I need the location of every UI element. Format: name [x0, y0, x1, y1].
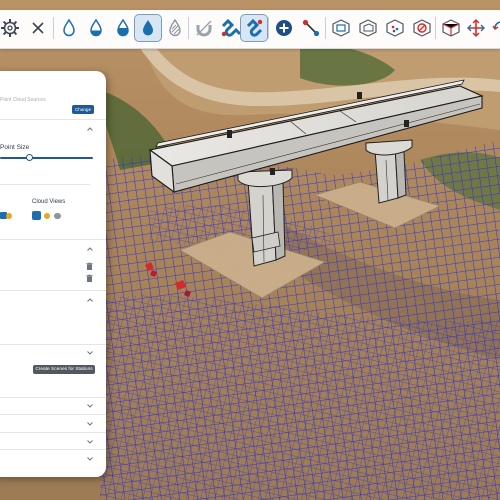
cloud-view-active-icon[interactable] — [32, 211, 41, 220]
section-divider — [0, 290, 106, 291]
toolbar-divider — [268, 17, 269, 39]
section-divider — [0, 184, 90, 185]
cloud-view-sun-icon[interactable] — [44, 213, 50, 219]
magnet-disabled-icon[interactable] — [190, 14, 218, 42]
chevron-down-icon[interactable] — [86, 420, 94, 428]
rotate-arrows-icon[interactable] — [487, 14, 500, 42]
chevron-down-icon[interactable] — [86, 455, 94, 463]
change-button[interactable]: Change — [72, 105, 94, 114]
chevron-down-icon[interactable] — [86, 438, 94, 446]
section-divider — [0, 414, 106, 415]
point-size-label: Point Size — [0, 144, 30, 151]
chevron-down-icon[interactable] — [86, 349, 94, 357]
magnet-active-icon[interactable] — [240, 14, 268, 42]
chevron-down-icon[interactable] — [86, 402, 94, 410]
point-cloud-source-label: Point Cloud Sources — [0, 97, 46, 103]
trash-icon[interactable] — [85, 262, 94, 271]
droplet-half-icon[interactable] — [82, 14, 110, 42]
mesh-grid-overlay — [100, 295, 500, 500]
measure-line-icon[interactable] — [297, 14, 325, 42]
add-point-icon[interactable] — [270, 14, 298, 42]
droplet-filled-icon[interactable] — [109, 14, 137, 42]
section-divider — [0, 344, 106, 345]
toolbar-divider — [53, 17, 54, 39]
chevron-up-icon[interactable] — [86, 296, 94, 304]
chevron-up-icon[interactable] — [86, 245, 94, 253]
trash-icon[interactable] — [85, 274, 94, 283]
chevron-up-icon[interactable] — [86, 125, 94, 133]
droplet-striped-icon[interactable] — [161, 14, 189, 42]
cube-box-icon[interactable] — [354, 14, 382, 42]
droplet-outline-icon[interactable] — [55, 14, 83, 42]
split-arrows-icon[interactable] — [462, 14, 490, 42]
intensity-mode-icon[interactable] — [6, 213, 12, 219]
toolbar — [0, 10, 500, 49]
cloud-views-label: Cloud Views — [32, 199, 66, 205]
cube-disabled-icon[interactable] — [408, 14, 436, 42]
cube-points-icon[interactable] — [381, 14, 409, 42]
toolbar-divider — [435, 17, 436, 39]
point-size-slider-track[interactable] — [0, 157, 93, 159]
cube-section-icon[interactable] — [327, 14, 355, 42]
create-scenes-button[interactable]: Create Scenes for Stations — [33, 365, 95, 374]
section-divider — [0, 432, 106, 433]
section-divider — [0, 397, 106, 398]
section-divider — [0, 239, 106, 240]
close-icon[interactable] — [24, 14, 52, 42]
point-size-slider-thumb[interactable] — [26, 154, 34, 161]
cloud-view-camera-icon[interactable] — [54, 213, 61, 219]
section-divider — [0, 449, 106, 450]
toolbar-divider — [188, 17, 189, 39]
droplet-active-icon[interactable] — [134, 14, 162, 42]
toolbar-divider — [325, 17, 326, 39]
section-divider — [0, 119, 106, 120]
cube-clip-icon[interactable] — [437, 14, 465, 42]
gear-icon[interactable] — [0, 14, 24, 42]
settings-panel: Point Cloud Sources Change Point Size Cl… — [0, 71, 106, 477]
